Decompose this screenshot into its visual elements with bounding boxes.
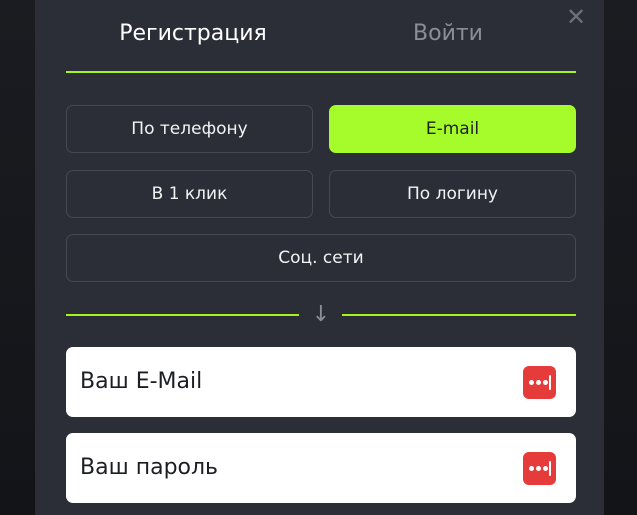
password-manager-icon[interactable] — [523, 366, 556, 399]
email-field[interactable]: Ваш E-Mail — [66, 347, 576, 417]
active-tab-underline — [66, 71, 576, 73]
divider-right-line — [342, 314, 576, 316]
email-field-placeholder: Ваш E-Mail — [80, 369, 203, 394]
method-social-button[interactable]: Соц. сети — [66, 234, 576, 282]
password-field[interactable]: Ваш пароль — [66, 433, 576, 503]
arrow-down-icon: ↓ — [311, 302, 331, 327]
tab-login[interactable]: Войти — [320, 18, 576, 50]
method-one-click-button[interactable]: В 1 клик — [66, 170, 313, 218]
method-login-button[interactable]: По логину — [329, 170, 576, 218]
method-email-button[interactable]: E-mail — [329, 105, 576, 153]
password-manager-icon[interactable] — [523, 452, 556, 485]
method-phone-button[interactable]: По телефону — [66, 105, 313, 153]
tab-register[interactable]: Регистрация — [66, 18, 320, 50]
password-field-placeholder: Ваш пароль — [80, 455, 219, 480]
divider-left-line — [66, 314, 299, 316]
